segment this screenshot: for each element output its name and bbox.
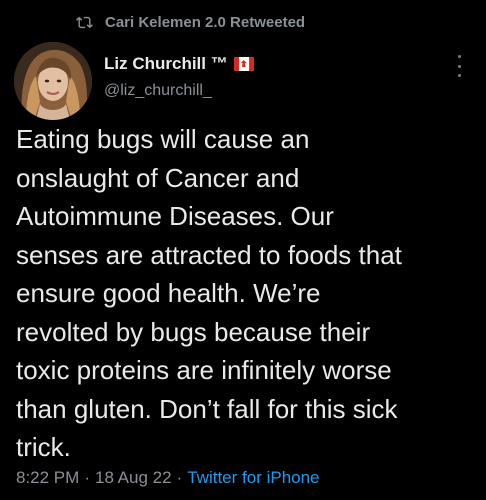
tweet-source-link[interactable]: Twitter for iPhone xyxy=(187,468,319,488)
more-options-icon[interactable] xyxy=(456,55,462,77)
author-handle[interactable]: @liz_churchill_ xyxy=(104,82,254,100)
author-block[interactable]: Liz Churchill ™ @liz_churchill_ xyxy=(104,52,254,100)
retweet-label: Cari Kelemen 2.0 Retweeted xyxy=(105,13,306,31)
avatar[interactable] xyxy=(14,42,92,120)
canada-flag-icon xyxy=(233,57,254,71)
tweet-meta: 8:22 PM · 18 Aug 22 · Twitter for iPhone xyxy=(16,468,320,488)
tweet-date[interactable]: 18 Aug 22 xyxy=(95,468,172,488)
retweet-icon xyxy=(76,16,93,28)
retweet-context[interactable]: Cari Kelemen 2.0 Retweeted xyxy=(76,10,305,34)
author-name[interactable]: Liz Churchill ™ xyxy=(104,54,228,74)
tweet-time[interactable]: 8:22 PM xyxy=(16,468,79,488)
meta-separator-2: · xyxy=(176,468,183,487)
avatar-image xyxy=(14,42,92,120)
meta-separator: · xyxy=(84,468,90,487)
tweet-text: Eating bugs will cause an onslaught of C… xyxy=(16,124,402,462)
